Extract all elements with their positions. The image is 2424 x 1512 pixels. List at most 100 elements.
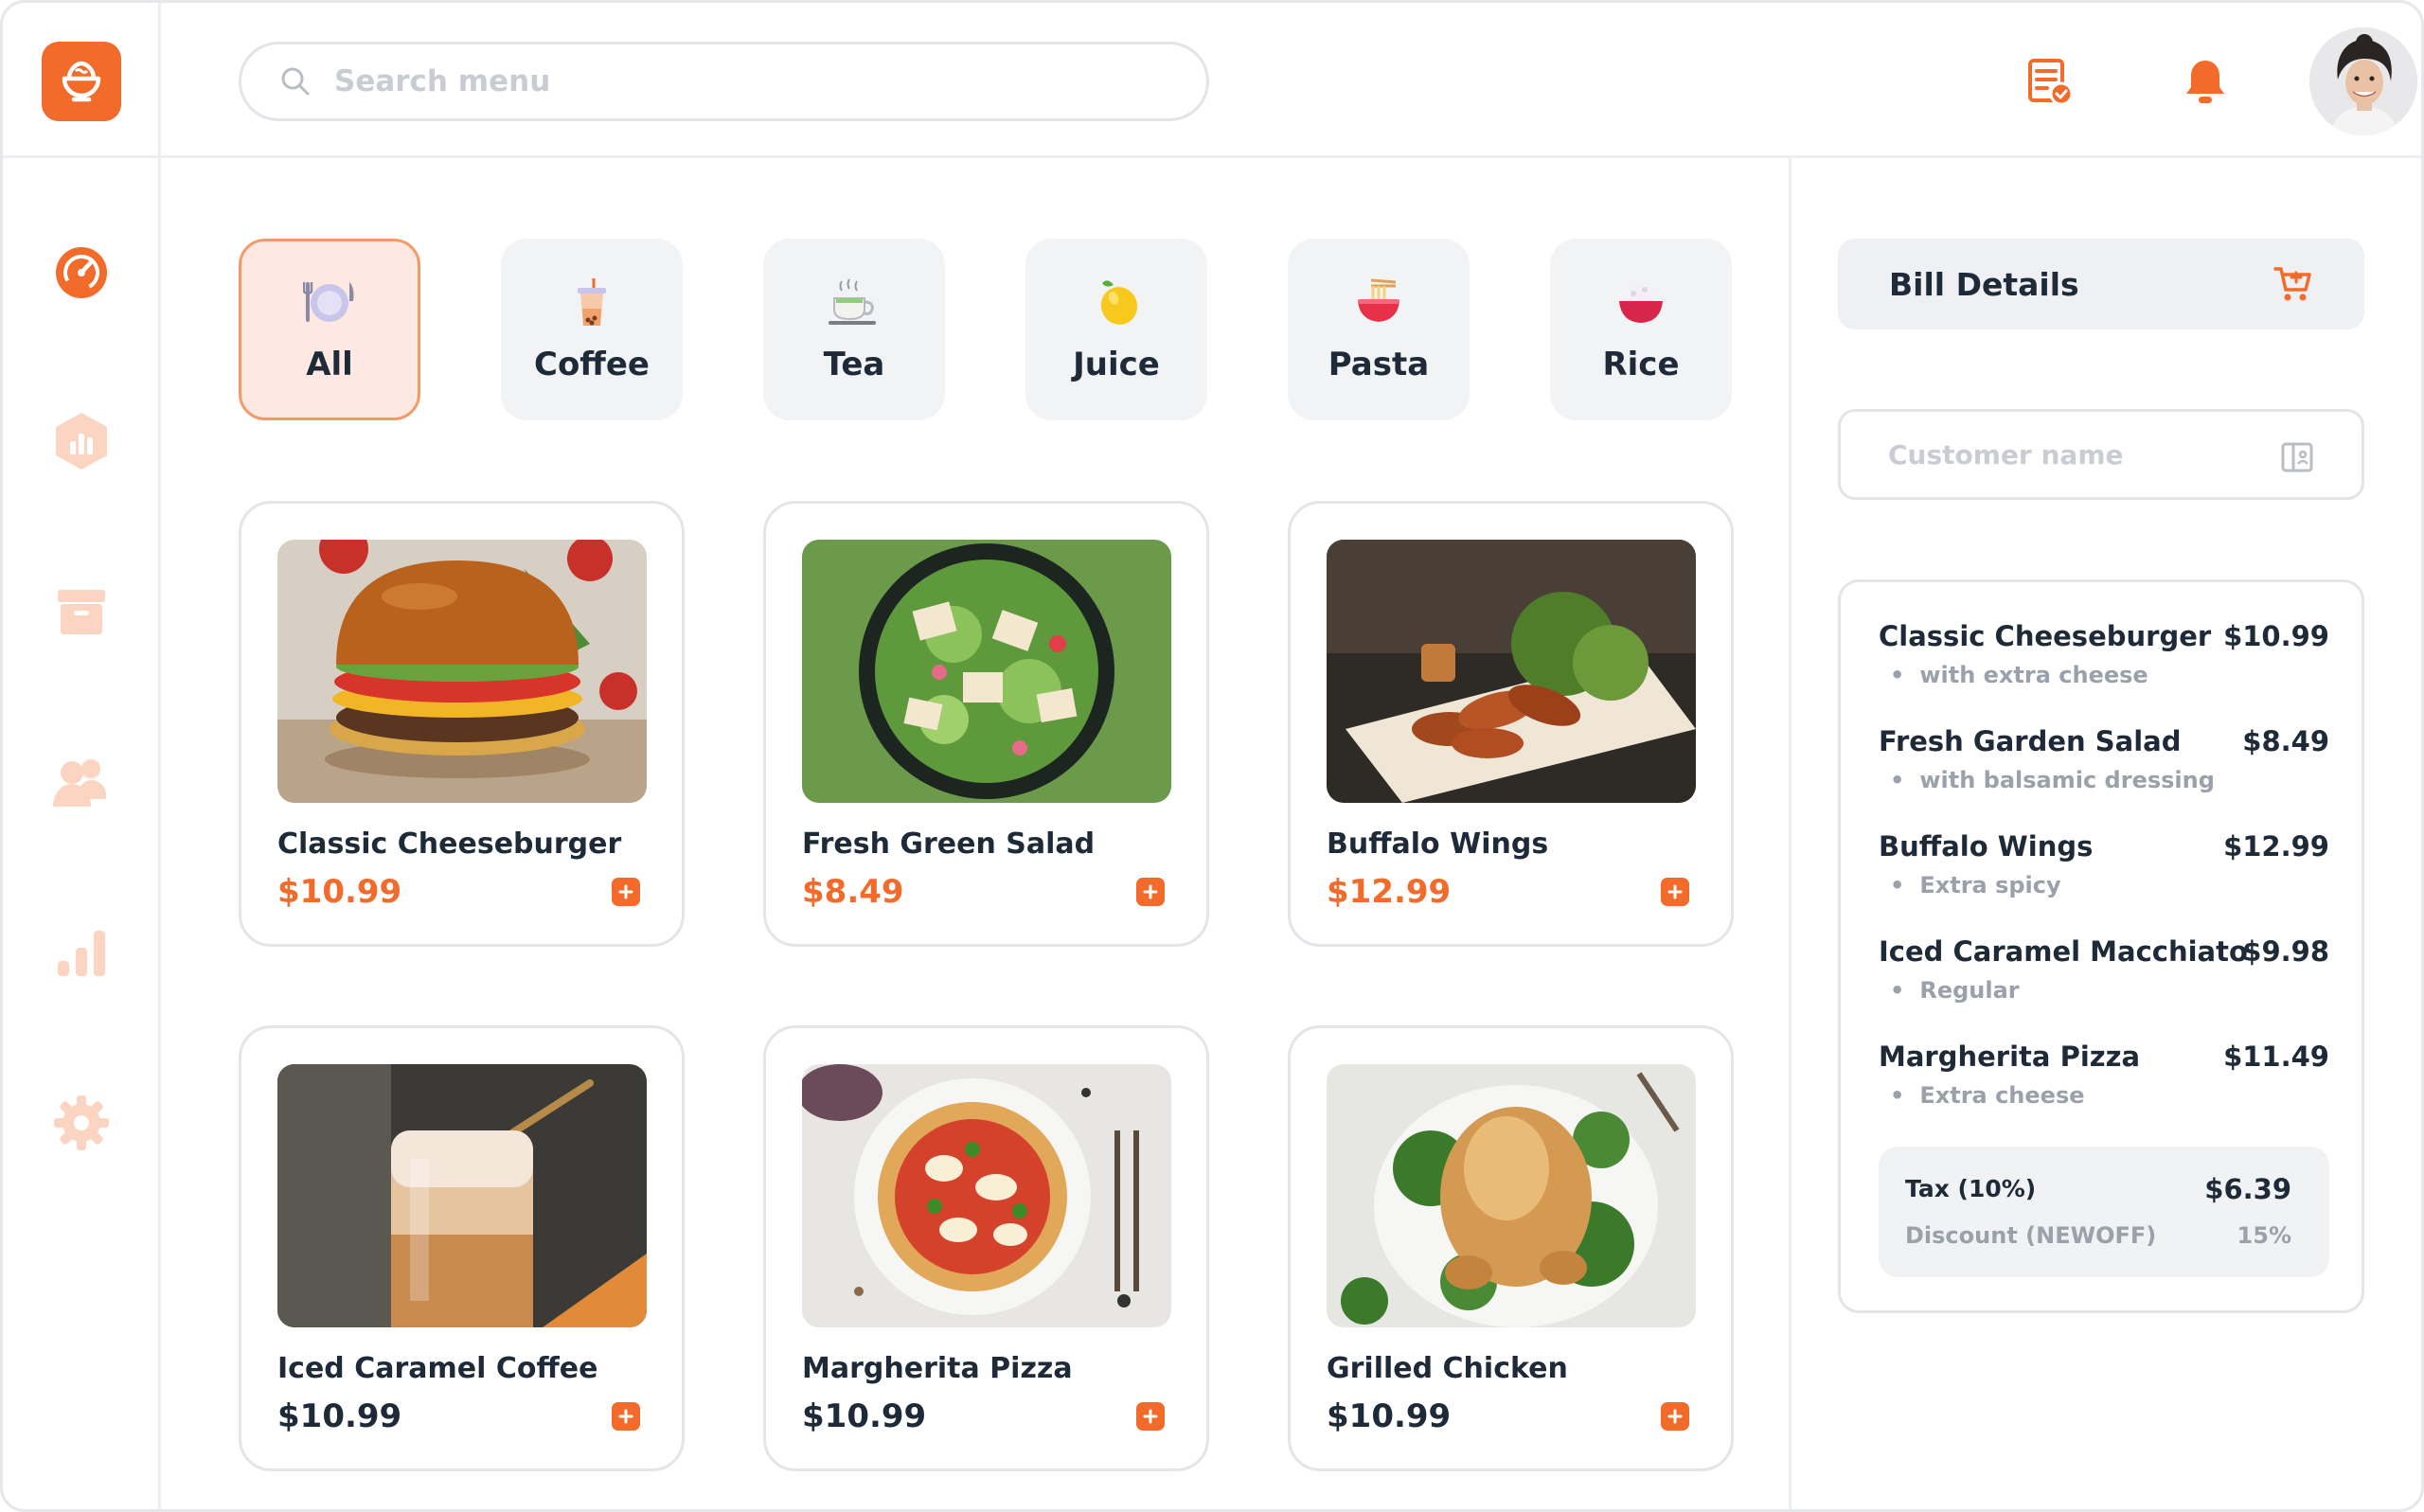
order-item-name: Buffalo Wings — [1879, 830, 2094, 863]
category-label: Pasta — [1328, 346, 1430, 383]
user-avatar[interactable] — [2309, 27, 2417, 135]
add-to-cart-button[interactable] — [1661, 1402, 1689, 1431]
sidebar-divider — [158, 3, 161, 1509]
product-name: Classic Cheeseburger — [277, 827, 622, 861]
bill-details-header: Bill Details — [1838, 239, 2364, 329]
product-card-margherita-pizza[interactable]: Margherita Pizza $10.99 — [763, 1025, 1209, 1471]
product-card-buffalo-wings[interactable]: Buffalo Wings $12.99 — [1288, 501, 1734, 947]
product-card-grilled-chicken[interactable]: Grilled Chicken $10.99 — [1288, 1025, 1734, 1471]
tax-value: $6.39 — [2204, 1173, 2291, 1205]
cart-icon[interactable] — [2272, 263, 2313, 305]
category-rice[interactable]: Rice — [1550, 239, 1732, 420]
app-window: All Coffee Tea — [0, 0, 2424, 1512]
archive-box-icon — [58, 590, 105, 634]
plus-icon — [1667, 884, 1683, 899]
iced-coffee-photo — [277, 1064, 647, 1327]
product-name: Fresh Green Salad — [802, 827, 1096, 861]
customer-name-input[interactable] — [1888, 438, 2248, 471]
search-icon — [281, 67, 310, 96]
lemon-icon — [1088, 276, 1145, 329]
search-bar[interactable] — [239, 42, 1209, 121]
customer-name-field[interactable] — [1838, 409, 2364, 500]
category-label: Coffee — [534, 346, 650, 383]
orders-button[interactable] — [2023, 55, 2076, 108]
order-list-icon — [2028, 59, 2074, 106]
order-item-name: Fresh Garden Salad — [1879, 725, 2182, 757]
order-item-note: with extra cheese — [1890, 662, 2148, 688]
sidebar-item-reports[interactable] — [50, 921, 113, 984]
bill-totals: Tax (10%) $6.39 Discount (NEWOFF) 15% — [1879, 1147, 2329, 1277]
order-item-note: Regular — [1890, 977, 2019, 1004]
order-item-price: $11.49 — [2223, 1041, 2329, 1073]
plus-icon — [618, 1409, 633, 1424]
user-photo — [2309, 27, 2417, 135]
bar-chart-icon — [58, 931, 105, 976]
discount-label: Discount (NEWOFF) — [1905, 1222, 2157, 1249]
iced-drink-icon — [563, 276, 620, 329]
plate-utensils-icon — [301, 276, 358, 329]
bill-title: Bill Details — [1889, 265, 2079, 303]
sidebar-item-analytics[interactable] — [50, 410, 113, 472]
dashboard-icon — [56, 247, 107, 298]
product-card-iced-coffee[interactable]: Iced Caramel Coffee $10.99 — [239, 1025, 685, 1471]
panel-divider — [1789, 158, 1791, 1509]
product-price: $8.49 — [802, 873, 904, 911]
order-item-price: $8.49 — [2242, 725, 2329, 757]
category-pasta[interactable]: Pasta — [1288, 239, 1470, 420]
settings-gear-icon — [54, 1095, 109, 1150]
order-item-name: Margherita Pizza — [1879, 1041, 2141, 1073]
cheeseburger-photo — [277, 540, 647, 803]
order-summary: Classic Cheeseburger $10.99 with extra c… — [1838, 579, 2364, 1313]
salad-photo — [802, 540, 1171, 803]
category-juice[interactable]: Juice — [1025, 239, 1207, 420]
add-to-cart-button[interactable] — [1136, 1402, 1165, 1431]
add-to-cart-button[interactable] — [1136, 878, 1165, 906]
product-card-cheeseburger[interactable]: Classic Cheeseburger $10.99 — [239, 501, 685, 947]
add-to-cart-button[interactable] — [612, 878, 640, 906]
product-price: $10.99 — [277, 1397, 402, 1435]
app-logo[interactable] — [42, 42, 121, 121]
contact-card-icon[interactable] — [2280, 440, 2314, 474]
order-item-price: $10.99 — [2223, 620, 2329, 652]
category-all[interactable]: All — [239, 239, 420, 420]
product-name: Iced Caramel Coffee — [277, 1352, 598, 1385]
order-item-note: with balsamic dressing — [1890, 767, 2215, 793]
plus-icon — [1143, 1409, 1158, 1424]
notifications-button[interactable] — [2179, 55, 2232, 108]
plus-icon — [1143, 884, 1158, 899]
category-label: Juice — [1073, 346, 1160, 383]
product-price: $10.99 — [802, 1397, 927, 1435]
category-coffee[interactable]: Coffee — [501, 239, 683, 420]
category-label: Tea — [823, 346, 885, 383]
product-price: $12.99 — [1327, 873, 1452, 911]
category-tea[interactable]: Tea — [763, 239, 945, 420]
roast-chicken-photo — [1327, 1064, 1696, 1327]
tax-label: Tax (10%) — [1905, 1175, 2037, 1202]
plus-icon — [618, 884, 633, 899]
discount-value: 15% — [2237, 1222, 2291, 1249]
rice-bowl-icon — [1613, 276, 1669, 329]
product-name: Margherita Pizza — [802, 1352, 1073, 1385]
sidebar-item-settings[interactable] — [50, 1092, 113, 1154]
wings-photo — [1327, 540, 1696, 803]
pizza-photo — [802, 1064, 1171, 1327]
bowl-logo-icon — [62, 61, 101, 102]
order-item-price: $9.98 — [2242, 935, 2329, 968]
order-item-name: Classic Cheeseburger — [1879, 620, 2212, 652]
product-price: $10.99 — [277, 873, 402, 911]
category-label: All — [306, 346, 353, 383]
top-bar — [3, 3, 2421, 158]
analytics-hexagon-icon — [56, 413, 107, 470]
add-to-cart-button[interactable] — [612, 1402, 640, 1431]
sidebar-item-inventory[interactable] — [50, 580, 113, 643]
users-icon — [53, 759, 106, 807]
add-to-cart-button[interactable] — [1661, 878, 1689, 906]
sidebar-item-dashboard[interactable] — [50, 240, 113, 302]
search-input[interactable] — [334, 64, 1092, 98]
order-item-name: Iced Caramel Macchiato — [1879, 935, 2248, 968]
product-card-salad[interactable]: Fresh Green Salad $8.49 — [763, 501, 1209, 947]
sidebar-item-customers[interactable] — [50, 751, 113, 813]
product-name: Buffalo Wings — [1327, 827, 1549, 861]
product-price: $10.99 — [1327, 1397, 1452, 1435]
product-name: Grilled Chicken — [1327, 1352, 1568, 1385]
